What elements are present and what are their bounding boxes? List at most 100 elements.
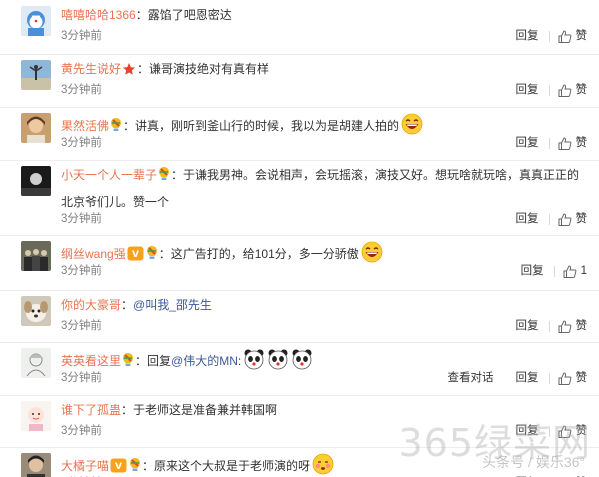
- comment-actions: 回复 赞: [516, 318, 588, 334]
- thumbs-up-icon[interactable]: [558, 83, 572, 97]
- watermark-sub: 头条号 / 娱乐36°: [482, 454, 585, 470]
- comment-prefix: ：: [158, 247, 171, 261]
- like-link[interactable]: 赞: [576, 135, 588, 151]
- comment-text-line: 小天一个人一辈子 ：于谦我男神。会说相声，会玩摇滚，演技又好。想玩啥就玩啥，真真正…: [61, 166, 587, 187]
- username-link[interactable]: 大橘子喵: [61, 459, 109, 473]
- avatar[interactable]: [21, 453, 51, 477]
- action-divider: [548, 84, 550, 96]
- avatar[interactable]: [21, 348, 51, 378]
- reply-link[interactable]: 回复: [516, 135, 539, 151]
- comment-text: 原来这个大叔是于老师演的呀: [154, 459, 311, 473]
- comment-text-line: 嘻嘻哈哈1366：露馅了吧恩密达: [61, 6, 587, 24]
- avatar[interactable]: [21, 113, 51, 143]
- comment-meta: 3分钟前 回复 赞: [61, 211, 587, 227]
- comment-actions: 回复 赞: [516, 82, 588, 98]
- comment-meta: 3分钟前 回复 赞: [61, 135, 587, 151]
- reply-link[interactable]: 回复: [516, 318, 539, 334]
- thumbs-up-icon[interactable]: [558, 136, 572, 150]
- comment-divider: [0, 54, 599, 55]
- comment-divider: [0, 107, 599, 108]
- svg-text:V: V: [132, 250, 139, 260]
- comment-text-line: 黄先生说好 ：谦哥演技绝对有真有样: [61, 60, 587, 81]
- comment-text: 讲真，刚听到釜山行的时候，我以为是胡建人拍的: [135, 119, 400, 133]
- mention-link[interactable]: @叫我_邵先生: [133, 298, 212, 312]
- comment-divider: [0, 235, 599, 236]
- avatar[interactable]: [21, 60, 51, 90]
- timestamp: 3分钟前: [61, 213, 102, 225]
- like-link[interactable]: 赞: [576, 28, 588, 44]
- comment-text: 这广告打的，给101分，多一分骄傲: [170, 247, 359, 261]
- comment-text: 谦哥演技绝对有真有样: [149, 62, 270, 76]
- comment-list: 嘻嘻哈哈1366：露馅了吧恩密达 3分钟前 回复赞黄先生说好 ：谦哥演技绝对有真有样 3…: [0, 0, 599, 477]
- comment-meta: 3分钟前 查看对话 回复 赞: [61, 370, 587, 386]
- comment-divider: [0, 160, 599, 161]
- comment-prefix: ：: [142, 459, 155, 473]
- reply-link[interactable]: 回复: [516, 370, 539, 386]
- username-link[interactable]: 小天一个人一辈子: [61, 168, 157, 182]
- comment-prefix: ：回复: [135, 354, 172, 368]
- comment-body: 嘻嘻哈哈1366：露馅了吧恩密达: [61, 6, 587, 24]
- comment-divider: [0, 395, 599, 396]
- comment-text: 于老师这是准备兼并韩国啊: [133, 403, 278, 417]
- username-link[interactable]: 谁下了孤蛊: [61, 403, 121, 417]
- like-link[interactable]: 赞: [576, 211, 588, 227]
- comment-text-line: 北京爷们儿。赞一个: [61, 193, 587, 211]
- comment-actions: 回复 赞: [516, 28, 588, 44]
- reply-link[interactable]: 回复: [516, 28, 539, 44]
- comment-meta: 3分钟前 回复 赞: [61, 28, 587, 44]
- mention-link[interactable]: @伟大的MN: [171, 354, 238, 368]
- comment-text-line: 你的大豪哥：@叫我_邵先生: [61, 296, 587, 314]
- bulb-badge-icon[interactable]: [158, 166, 170, 187]
- comment-body: 小天一个人一辈子 ：于谦我男神。会说相声，会玩摇滚，演技又好。想玩啥就玩啥，真真正…: [61, 166, 587, 211]
- username-link[interactable]: 嘻嘻哈哈1366: [61, 8, 136, 22]
- username-link[interactable]: 纲丝wang强: [61, 247, 126, 261]
- comment-prefix: ：: [123, 119, 136, 133]
- avatar[interactable]: [21, 6, 51, 36]
- avatar[interactable]: [21, 166, 51, 196]
- like-link[interactable]: 1: [581, 263, 587, 279]
- comment-prefix: ：: [121, 403, 134, 417]
- comment-actions: 查看对话 回复 赞: [448, 370, 588, 386]
- comment-body: 黄先生说好 ：谦哥演技绝对有真有样: [61, 60, 587, 81]
- username-link[interactable]: 你的大豪哥: [61, 298, 121, 312]
- thumbs-up-icon[interactable]: [563, 264, 577, 278]
- thumbs-up-icon[interactable]: [558, 212, 572, 226]
- reply-link[interactable]: 回复: [516, 211, 539, 227]
- avatar[interactable]: [21, 296, 51, 326]
- reply-link[interactable]: 回复: [516, 82, 539, 98]
- action-divider: [548, 320, 550, 332]
- thumbs-up-icon[interactable]: [558, 371, 572, 385]
- reply-link[interactable]: 回复: [521, 263, 544, 279]
- like-link[interactable]: 赞: [576, 370, 588, 386]
- thumbs-up-icon[interactable]: [558, 29, 572, 43]
- comment-text-cont: 北京爷们儿。赞一个: [61, 195, 170, 209]
- comment-divider: [0, 290, 599, 291]
- comment-divider: [0, 342, 599, 343]
- view-conversation-link[interactable]: 查看对话: [448, 370, 494, 386]
- action-divider: [548, 137, 550, 149]
- bulb-badge-icon[interactable]: [129, 457, 141, 477]
- avatar[interactable]: [21, 241, 51, 271]
- comment-actions: 回复 1: [521, 263, 587, 279]
- comment-prefix: ：: [171, 168, 184, 182]
- timestamp: 3分钟前: [61, 84, 102, 96]
- comment-meta: 3分钟前 回复 1: [61, 263, 587, 279]
- comment-prefix: ：: [121, 298, 134, 312]
- timestamp: 3分钟前: [61, 425, 102, 437]
- timestamp: 3分钟前: [61, 265, 102, 277]
- like-link[interactable]: 赞: [576, 318, 588, 334]
- timestamp: 3分钟前: [61, 372, 102, 384]
- username-link[interactable]: 果然活佛: [61, 119, 109, 133]
- comment-text: :: [237, 354, 242, 368]
- username-link[interactable]: 黄先生说好: [61, 62, 121, 76]
- like-link[interactable]: 赞: [576, 82, 588, 98]
- action-divider: [548, 30, 550, 42]
- avatar[interactable]: [21, 401, 51, 431]
- comment-actions: 回复 赞: [516, 135, 588, 151]
- comment-body: 你的大豪哥：@叫我_邵先生: [61, 296, 587, 314]
- thumbs-up-icon[interactable]: [558, 319, 572, 333]
- comment-prefix: ：: [137, 62, 150, 76]
- star-badge-icon[interactable]: [122, 62, 136, 81]
- comment-actions: 回复 赞: [516, 211, 588, 227]
- username-link[interactable]: 英英看这里: [61, 354, 121, 368]
